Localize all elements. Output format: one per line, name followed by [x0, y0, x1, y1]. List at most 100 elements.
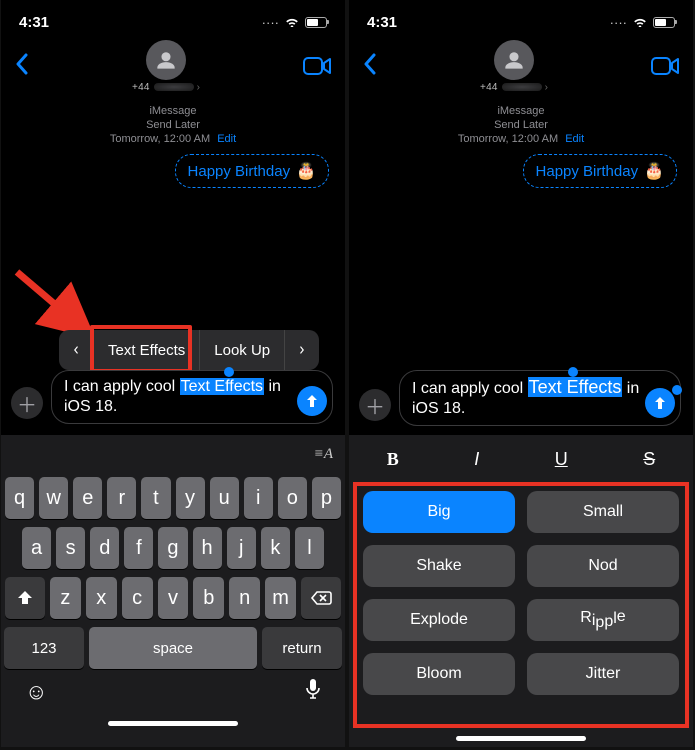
home-indicator[interactable] — [108, 721, 238, 726]
key-n[interactable]: n — [229, 577, 260, 619]
key-v[interactable]: v — [158, 577, 189, 619]
meta-service: iMessage — [1, 104, 345, 118]
plus-button[interactable]: ＋ — [359, 389, 391, 421]
meta-mode: Send Later — [349, 118, 693, 132]
bubble-text: Happy Birthday — [536, 163, 639, 180]
key-t[interactable]: t — [141, 477, 170, 519]
key-h[interactable]: h — [193, 527, 222, 569]
key-z[interactable]: z — [50, 577, 81, 619]
effect-ripple[interactable]: Ripple — [527, 599, 679, 641]
contact-redacted — [154, 83, 194, 91]
avatar[interactable] — [494, 40, 534, 80]
status-time: 4:31 — [19, 14, 49, 31]
key-k[interactable]: k — [261, 527, 290, 569]
emoji-key[interactable]: ☺ — [25, 679, 47, 705]
nav-bar: +44 › — [349, 44, 693, 88]
context-text-effects[interactable]: Text Effects — [94, 330, 199, 370]
key-j[interactable]: j — [227, 527, 256, 569]
effects-grid: Big Small Shake Nod Explode Ripple Bloom Jitter — [349, 483, 693, 736]
dictation-key[interactable] — [305, 678, 321, 706]
context-next[interactable] — [285, 330, 319, 370]
send-button[interactable] — [297, 386, 327, 416]
return-key[interactable]: return — [262, 627, 342, 669]
text-format-icon[interactable]: ≡A — [314, 446, 333, 463]
key-y[interactable]: y — [176, 477, 205, 519]
key-p[interactable]: p — [312, 477, 341, 519]
effect-bloom[interactable]: Bloom — [363, 653, 515, 695]
text-effects-panel: B I U S Big Small Shake Nod Explode Ripple Blo… — [349, 435, 693, 747]
facetime-button[interactable] — [651, 56, 679, 76]
effect-shake[interactable]: Shake — [363, 545, 515, 587]
scheduled-bubble[interactable]: Happy Birthday 🎂 — [175, 154, 329, 188]
edit-schedule-button[interactable]: Edit — [217, 133, 236, 145]
key-l[interactable]: l — [295, 527, 324, 569]
bold-toggle[interactable]: B — [387, 449, 399, 470]
status-time: 4:31 — [367, 14, 397, 31]
key-s[interactable]: s — [56, 527, 85, 569]
key-u[interactable]: u — [210, 477, 239, 519]
strike-toggle[interactable]: S — [643, 449, 655, 470]
bubble-text: Happy Birthday — [188, 163, 291, 180]
facetime-button[interactable] — [303, 56, 331, 76]
status-bar: 4:31 ···· — [349, 0, 693, 44]
chevron-right-icon: › — [197, 82, 200, 93]
battery-icon — [653, 17, 675, 28]
shift-key[interactable] — [5, 577, 45, 619]
compose-field[interactable]: I can apply cool Text Effects in iOS 18. — [399, 370, 681, 426]
nav-bar: +44 › — [1, 44, 345, 88]
meta-when: Tomorrow, 12:00 AM — [110, 133, 210, 145]
key-g[interactable]: g — [158, 527, 187, 569]
key-w[interactable]: w — [39, 477, 68, 519]
key-r[interactable]: r — [107, 477, 136, 519]
selected-text: Text Effects — [180, 378, 264, 395]
back-button[interactable] — [15, 51, 29, 82]
key-e[interactable]: e — [73, 477, 102, 519]
key-i[interactable]: i — [244, 477, 273, 519]
edit-schedule-button[interactable]: Edit — [565, 133, 584, 145]
scheduled-bubble[interactable]: Happy Birthday 🎂 — [523, 154, 677, 188]
key-a[interactable]: a — [22, 527, 51, 569]
key-f[interactable]: f — [124, 527, 153, 569]
avatar[interactable] — [146, 40, 186, 80]
plus-button[interactable]: ＋ — [11, 387, 43, 419]
effect-big[interactable]: Big — [363, 491, 515, 533]
contact-prefix: +44 — [480, 82, 498, 93]
key-q[interactable]: q — [5, 477, 34, 519]
screenshot-left: 4:31 ···· +44 › — [1, 0, 345, 747]
meta-mode: Send Later — [1, 118, 345, 132]
key-x[interactable]: x — [86, 577, 117, 619]
kb-row-3: zxcvbnm — [5, 577, 341, 619]
context-look-up[interactable]: Look Up — [200, 330, 284, 370]
italic-toggle[interactable]: I — [474, 449, 479, 470]
status-bar: 4:31 ···· — [1, 0, 345, 44]
key-o[interactable]: o — [278, 477, 307, 519]
effect-small[interactable]: Small — [527, 491, 679, 533]
effect-explode[interactable]: Explode — [363, 599, 515, 641]
home-indicator[interactable] — [456, 736, 586, 741]
cake-icon: 🎂 — [644, 161, 664, 181]
key-m[interactable]: m — [265, 577, 296, 619]
schedule-meta: iMessage Send Later Tomorrow, 12:00 AM E… — [349, 104, 693, 146]
space-key[interactable]: space — [89, 627, 257, 669]
underline-toggle[interactable]: U — [555, 449, 568, 470]
compose-field[interactable]: I can apply cool Text Effects in iOS 18. — [51, 370, 333, 424]
delete-key[interactable] — [301, 577, 341, 619]
battery-icon — [305, 17, 327, 28]
screenshot-right: 4:31 ···· +44 › — [349, 0, 693, 747]
send-button[interactable] — [645, 388, 675, 418]
key-b[interactable]: b — [193, 577, 224, 619]
effect-nod[interactable]: Nod — [527, 545, 679, 587]
keyboard-suggestion-bar: ≡A — [1, 435, 345, 473]
key-d[interactable]: d — [90, 527, 119, 569]
numbers-key[interactable]: 123 — [4, 627, 84, 669]
contact-redacted — [502, 83, 542, 91]
keyboard: ≡A qwertyuiop asdfghjkl zxcvbnm 123 spac… — [1, 435, 345, 747]
wifi-icon — [284, 14, 300, 31]
chevron-right-icon: › — [545, 82, 548, 93]
key-c[interactable]: c — [122, 577, 153, 619]
context-menu: Text Effects Look Up — [59, 330, 319, 370]
context-prev[interactable] — [59, 330, 93, 370]
effect-jitter[interactable]: Jitter — [527, 653, 679, 695]
meta-service: iMessage — [349, 104, 693, 118]
back-button[interactable] — [363, 51, 377, 82]
